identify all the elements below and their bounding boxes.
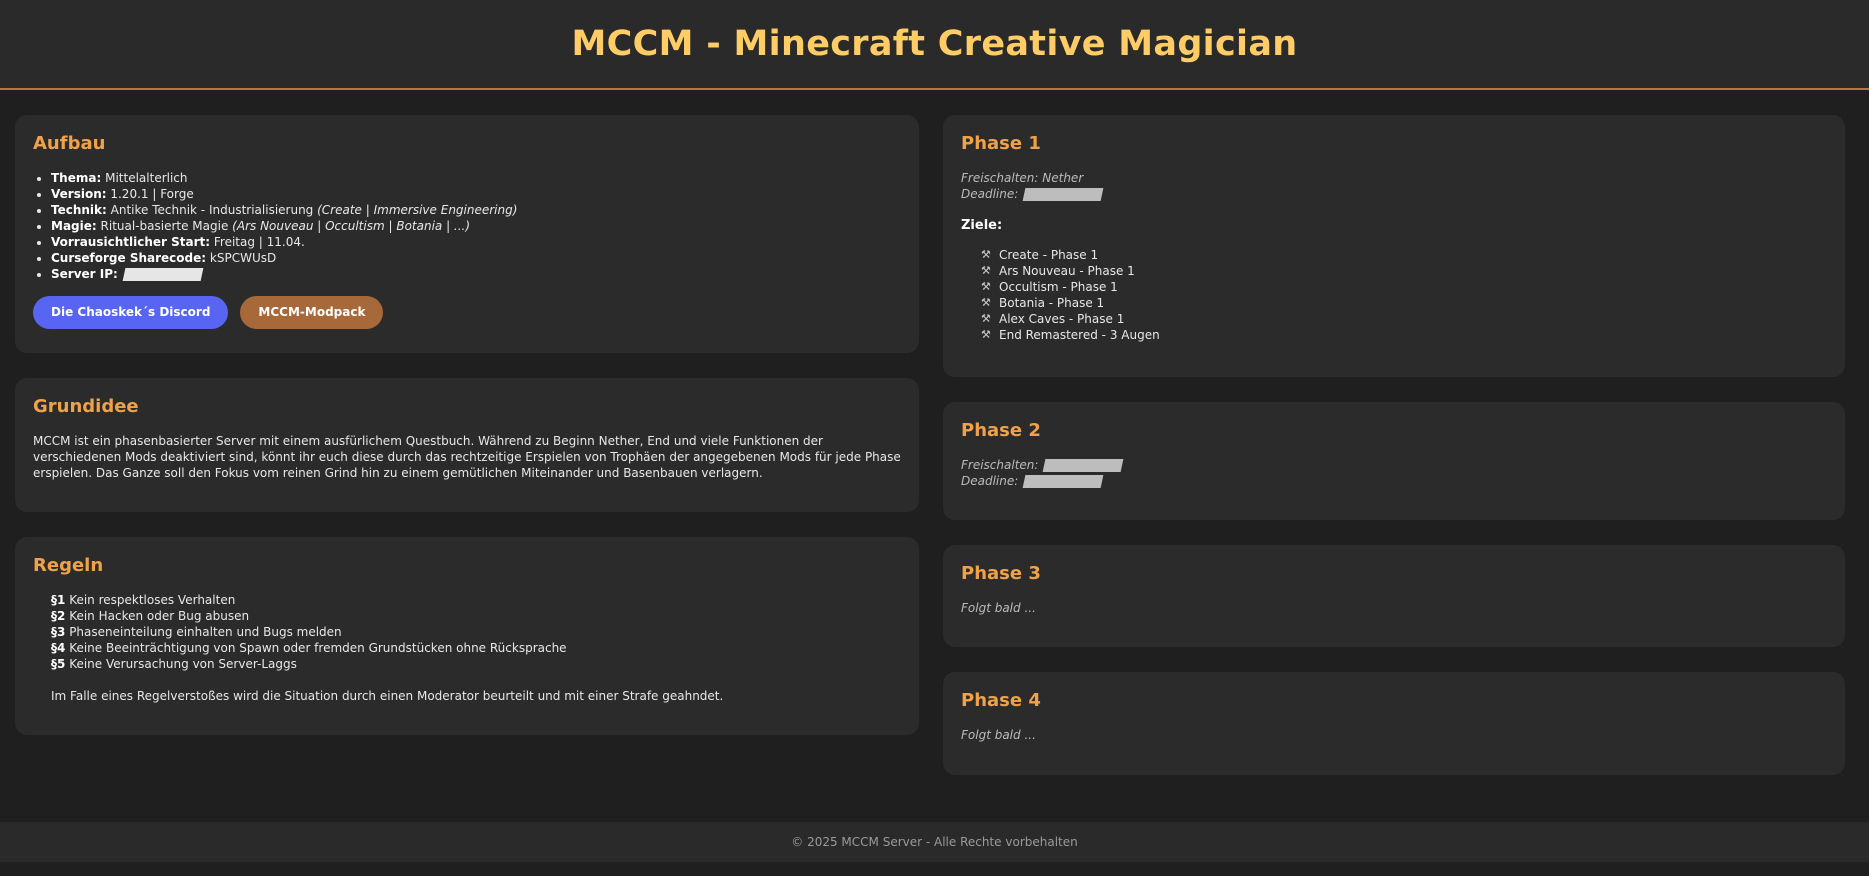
phase4-card: Phase 4 Folgt bald ... xyxy=(943,672,1845,775)
page-title: MCCM - Minecraft Creative Magician xyxy=(571,24,1298,64)
aufbau-card: Aufbau Thema: Mittelalterlich Version: 1… xyxy=(15,115,919,353)
rule-item: §5 Keine Verursachung von Server-Laggs xyxy=(51,657,297,671)
phase1-unlock: Freischalten: Nether xyxy=(961,171,1084,185)
regeln-heading: Regeln xyxy=(33,555,104,576)
phase1-card: Phase 1 Freischalten: Nether Deadline: Z… xyxy=(943,115,1845,377)
regeln-card: Regeln §1 Kein respektloses Verhalten §2… xyxy=(15,537,919,735)
fact-version: Version: 1.20.1 | Forge xyxy=(51,186,901,202)
phase2-heading: Phase 2 xyxy=(961,420,1041,441)
phase3-text: Folgt bald ... xyxy=(961,601,1036,615)
phase3-heading: Phase 3 xyxy=(961,563,1041,584)
goal-item: ⚒ End Remastered - 3 Augen xyxy=(981,328,1160,342)
footer-text: © 2025 MCCM Server - Alle Rechte vorbeha… xyxy=(791,835,1078,849)
goal-item: ⚒ Alex Caves - Phase 1 xyxy=(981,312,1125,326)
aufbau-buttons: Die Chaoskek´s Discord MCCM-Modpack xyxy=(33,296,901,329)
server-ip-redaction xyxy=(122,268,204,281)
goals-heading: Ziele: xyxy=(961,218,1003,233)
goal-item: ⚒ Botania - Phase 1 xyxy=(981,296,1105,310)
goal-item: ⚒ Ars Nouveau - Phase 1 xyxy=(981,264,1135,278)
pickaxe-icon: ⚒ xyxy=(981,296,991,309)
fact-start: Vorrausichtlicher Start: Freitag | 11.04… xyxy=(51,234,901,250)
aufbau-heading: Aufbau xyxy=(33,133,106,154)
pickaxe-icon: ⚒ xyxy=(981,312,991,325)
phase2-unlock: Freischalten: xyxy=(961,457,1827,473)
rules-list: §1 Kein respektloses Verhalten §2 Kein H… xyxy=(33,592,901,704)
unlock-redaction xyxy=(1042,459,1124,472)
goals-list: ⚒ Create - Phase 1 ⚒ Ars Nouveau - Phase 1… xyxy=(961,247,1827,343)
deadline-redaction xyxy=(1022,475,1104,488)
phase3-card: Phase 3 Folgt bald ... xyxy=(943,545,1845,647)
pickaxe-icon: ⚒ xyxy=(981,248,991,261)
pickaxe-icon: ⚒ xyxy=(981,264,991,277)
fact-sharecode: Curseforge Sharecode: kSPCWUsD xyxy=(51,250,901,266)
modpack-button[interactable]: MCCM-Modpack xyxy=(240,296,384,329)
rule-item: §3 Phaseneinteilung einhalten und Bugs m… xyxy=(51,625,342,639)
fact-magie: Magie: Ritual-basierte Magie (Ars Nouvea… xyxy=(51,218,901,234)
fact-thema: Thema: Mittelalterlich xyxy=(51,170,901,186)
page-footer: © 2025 MCCM Server - Alle Rechte vorbeha… xyxy=(0,822,1869,862)
pickaxe-icon: ⚒ xyxy=(981,280,991,293)
deadline-redaction xyxy=(1022,188,1104,201)
phase1-heading: Phase 1 xyxy=(961,133,1041,154)
goal-item: ⚒ Create - Phase 1 xyxy=(981,248,1099,262)
grundidee-heading: Grundidee xyxy=(33,396,139,417)
page-header: MCCM - Minecraft Creative Magician xyxy=(0,0,1869,90)
rule-item: §2 Kein Hacken oder Bug abusen xyxy=(51,609,250,623)
aufbau-facts-list: Thema: Mittelalterlich Version: 1.20.1 |… xyxy=(33,170,901,282)
fact-technik: Technik: Antike Technik - Industrialisie… xyxy=(51,202,901,218)
grundidee-card: Grundidee MCCM ist ein phasenbasierter S… xyxy=(15,378,919,512)
phase2-deadline: Deadline: xyxy=(961,473,1827,489)
right-column: Phase 1 Freischalten: Nether Deadline: Z… xyxy=(943,115,1845,800)
phase4-heading: Phase 4 xyxy=(961,690,1041,711)
rules-note: Im Falle eines Regelverstoßes wird die S… xyxy=(51,689,724,703)
goal-item: ⚒ Occultism - Phase 1 xyxy=(981,280,1118,294)
discord-button[interactable]: Die Chaoskek´s Discord xyxy=(33,296,229,329)
pickaxe-icon: ⚒ xyxy=(981,328,991,341)
grundidee-text: MCCM ist ein phasenbasierter Server mit … xyxy=(33,434,901,480)
left-column: Aufbau Thema: Mittelalterlich Version: 1… xyxy=(15,115,919,760)
phase4-text: Folgt bald ... xyxy=(961,728,1036,742)
rule-item: §1 Kein respektloses Verhalten xyxy=(51,593,236,607)
phase2-card: Phase 2 Freischalten: Deadline: xyxy=(943,402,1845,520)
rule-item: §4 Keine Beeinträchtigung von Spawn oder… xyxy=(51,641,567,655)
fact-server-ip: Server IP: xyxy=(51,266,901,282)
phase1-deadline: Deadline: xyxy=(961,186,1827,202)
